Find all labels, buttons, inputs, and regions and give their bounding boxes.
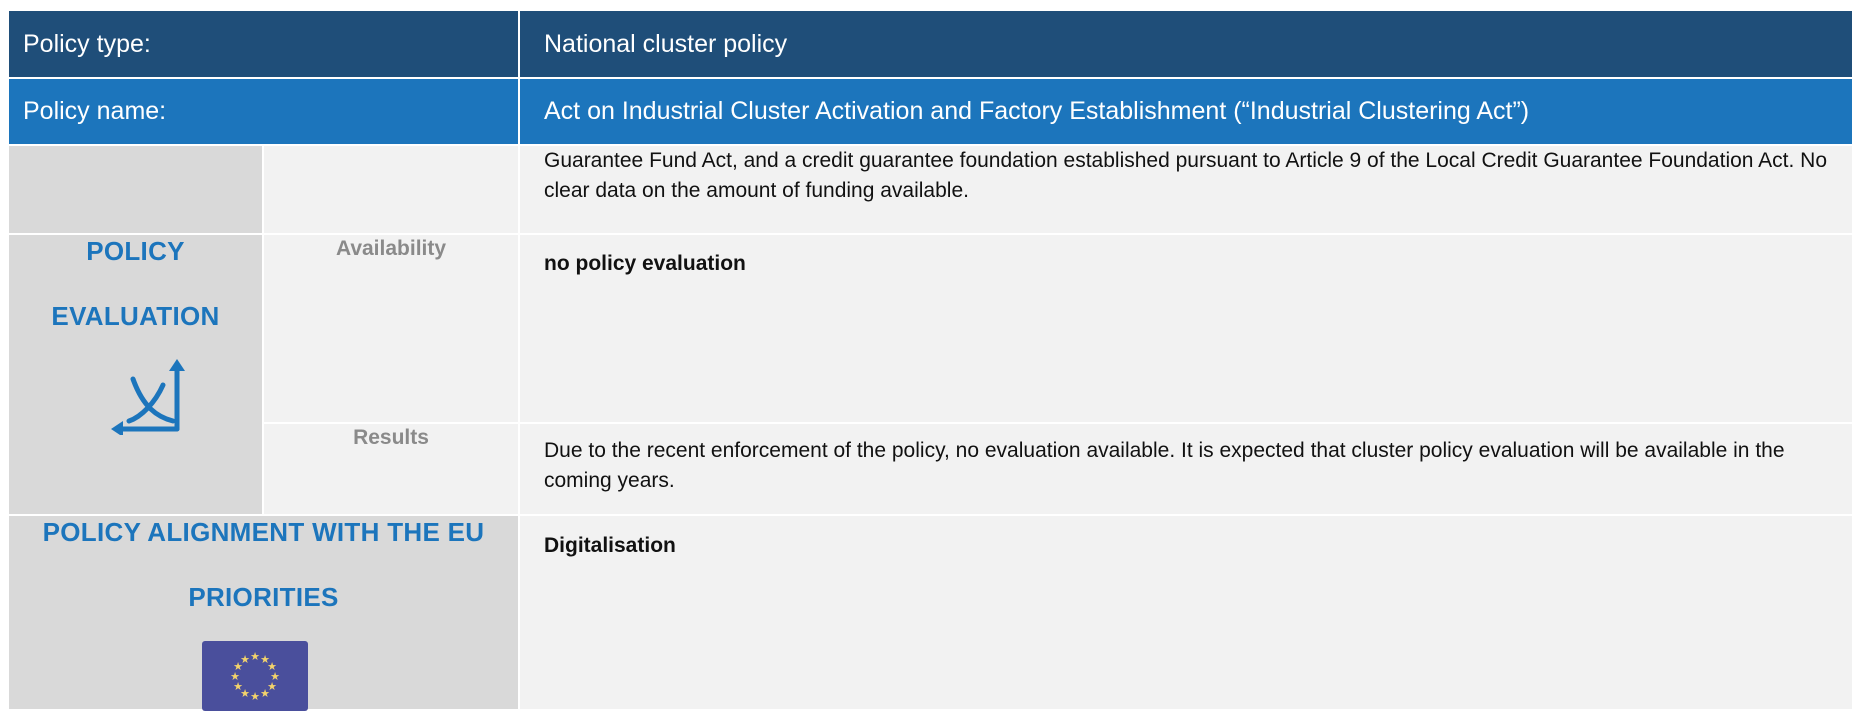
policy-sheet: Policy type: National cluster policy Pol… [9,11,1852,711]
policy-evaluation-title-line1: POLICY [86,236,185,266]
svg-text:★: ★ [250,690,260,703]
svg-text:★: ★ [260,687,270,700]
funding-value-cell: Guarantee Fund Act, and a credit guarant… [520,146,1852,233]
eu-priority: Digitalisation [544,534,676,557]
evaluation-chart-icon [111,359,193,440]
eu-alignment-section: POLICY ALIGNMENT WITH THE EU PRIORITIES … [9,516,518,711]
funding-sublabel-cell [264,146,518,233]
results-value-cell: Due to the recent enforcement of the pol… [520,424,1852,514]
policy-name-row: Policy name: Act on Industrial Cluster A… [9,79,1852,144]
availability-value: no policy evaluation [544,252,746,275]
policy-type-value: National cluster policy [544,29,788,58]
policy-type-label: Policy type: [23,29,151,58]
policy-name-value: Act on Industrial Cluster Activation and… [544,97,1530,125]
policy-name-label: Policy name: [23,97,167,125]
eu-alignment-title-line2: PRIORITIES [188,582,339,612]
availability-label: Availability [335,237,447,260]
availability-label-cell: Availability [264,235,518,422]
eu-alignment-value-cell: Digitalisation [520,516,1852,709]
header-divider [518,11,520,144]
availability-value-cell: no policy evaluation [520,235,1852,422]
eu-alignment-title-line1: POLICY ALIGNMENT WITH THE EU [42,517,485,547]
svg-text:★: ★ [240,653,250,666]
policy-evaluation-title-line2: EVALUATION [51,301,220,331]
policy-evaluation-section: POLICY EVALUATION [9,235,262,514]
svg-text:★: ★ [250,650,260,663]
policy-type-row: Policy type: National cluster policy [9,11,1852,77]
results-label: Results [353,426,429,449]
eu-flag-icon: ★ ★ ★ ★ ★ ★ ★ ★ ★ ★ ★ ★ [202,641,308,716]
results-value: Due to the recent enforcement of the pol… [544,439,1785,492]
funding-text: Guarantee Fund Act, and a credit guarant… [544,149,1827,202]
